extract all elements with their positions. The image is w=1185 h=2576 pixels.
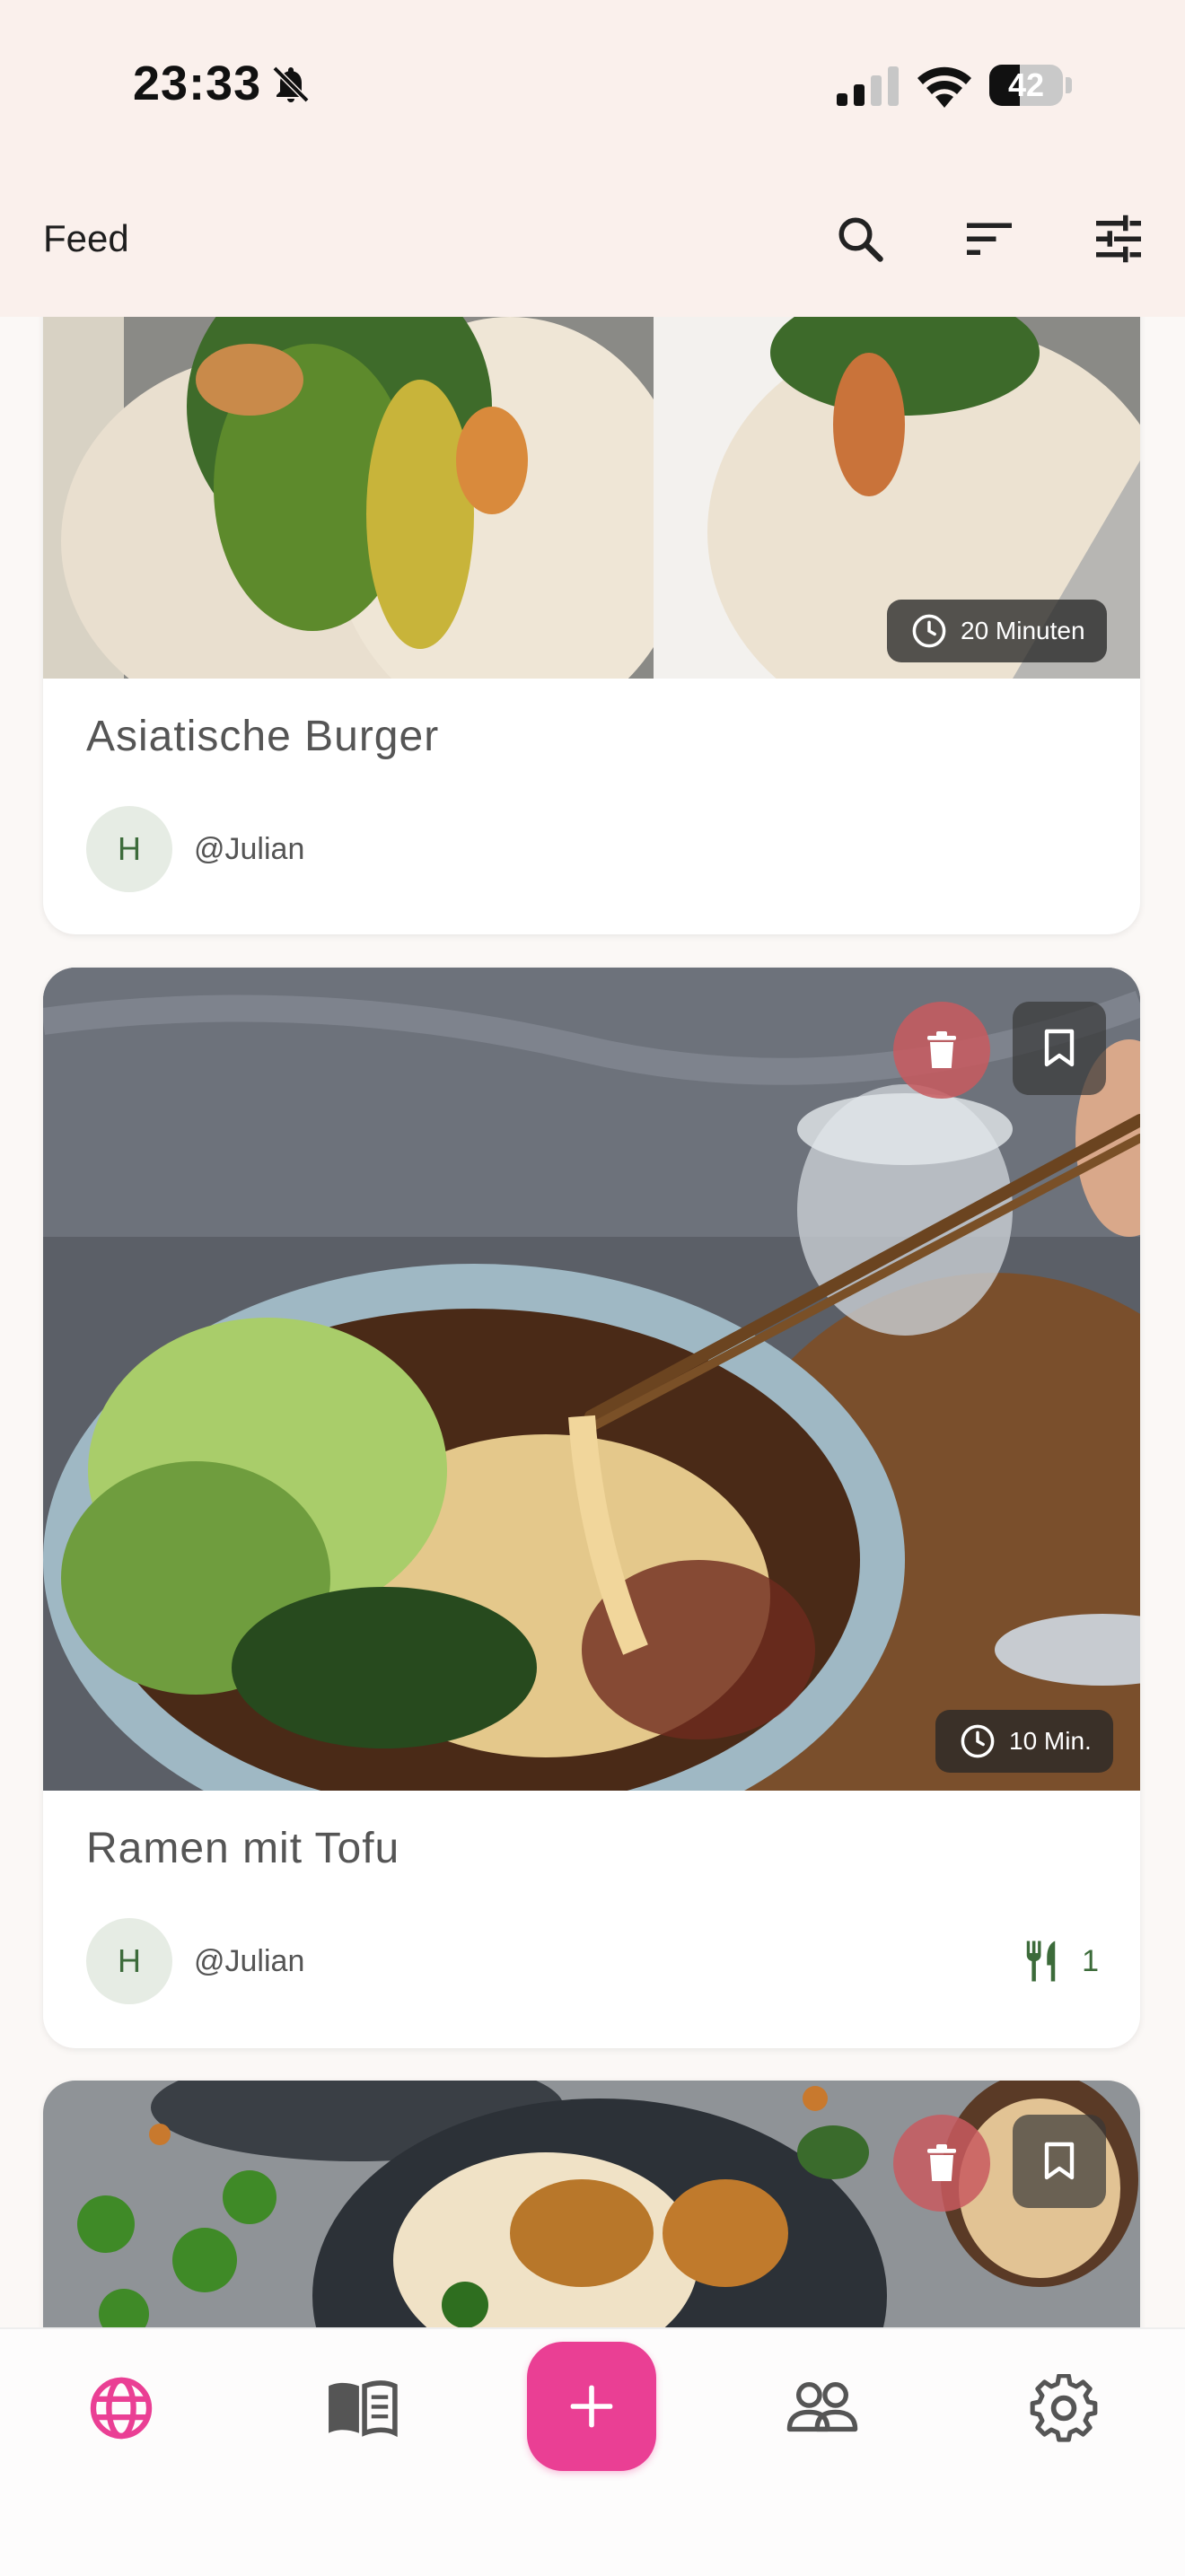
wifi-icon [917, 66, 971, 108]
bookmark-button[interactable] [1013, 2115, 1106, 2208]
servings-count: 1 [1082, 1943, 1099, 1978]
sort-icon [967, 223, 1012, 255]
cutlery-icon [1026, 1941, 1056, 1982]
clock-icon [961, 1724, 995, 1758]
sort-button[interactable] [957, 206, 1022, 271]
nav-settings[interactable] [1014, 2365, 1113, 2451]
delete-button[interactable] [893, 2115, 990, 2212]
status-bar: 23:33 42 [0, 0, 1185, 162]
settings-icon [1030, 2374, 1098, 2442]
clock-icon [912, 614, 946, 648]
bookmark-icon [1044, 1029, 1075, 1067]
delete-button[interactable] [893, 1002, 990, 1099]
bookmark-button[interactable] [1013, 1002, 1106, 1095]
status-time: 23:33 [133, 57, 262, 110]
bell-off-icon [272, 66, 310, 103]
recipe-image: 20 Minuten [43, 317, 1140, 679]
recipe-card[interactable]: 20 Minuten Asiatische Burger H @Julian [43, 317, 1140, 934]
duration-badge: 20 Minuten [887, 600, 1107, 662]
avatar[interactable]: H [86, 806, 172, 892]
app-bar: Feed [0, 162, 1185, 317]
nav-feed[interactable] [72, 2365, 171, 2451]
filter-button[interactable] [1086, 206, 1151, 271]
nav-recipes[interactable] [312, 2365, 411, 2451]
trash-icon [927, 2144, 956, 2181]
globe-icon [90, 2377, 153, 2440]
recipe-card[interactable] [43, 2081, 1140, 2327]
add-recipe-button[interactable] [527, 2342, 656, 2471]
search-button[interactable] [828, 206, 892, 271]
recipe-title: Asiatische Burger [86, 713, 440, 760]
nav-community[interactable] [773, 2365, 872, 2451]
author-name[interactable]: @Julian [194, 832, 304, 867]
battery-level: 42 [1007, 66, 1045, 103]
avatar[interactable]: H [86, 1918, 172, 2004]
search-icon [838, 217, 883, 262]
filter-icon [1096, 215, 1141, 263]
page-title: Feed [43, 217, 129, 259]
bottom-navigation [0, 2327, 1185, 2576]
bookmark-icon [1044, 2142, 1075, 2180]
add-icon [570, 2385, 613, 2428]
servings-indicator: 1 [1021, 1937, 1099, 1985]
duration-text: 10 Min. [1009, 1727, 1092, 1755]
recipe-image: 10 Min. [43, 968, 1140, 1791]
battery-indicator: 42 [989, 65, 1072, 106]
recipe-card[interactable]: 10 Min. Ramen mit Tofu H @Julian 1 [43, 968, 1140, 2048]
recipe-image [43, 2081, 1140, 2327]
author-name[interactable]: @Julian [194, 1944, 304, 1979]
recipe-title: Ramen mit Tofu [86, 1825, 400, 1872]
duration-text: 20 Minuten [961, 617, 1085, 644]
book-icon [329, 2380, 398, 2438]
duration-badge: 10 Min. [935, 1710, 1113, 1773]
recipe-feed[interactable]: 20 Minuten Asiatische Burger H @Julian 1… [0, 317, 1185, 2327]
trash-icon [927, 1031, 956, 1068]
people-icon [786, 2382, 858, 2432]
cellular-signal-icon [837, 66, 899, 106]
